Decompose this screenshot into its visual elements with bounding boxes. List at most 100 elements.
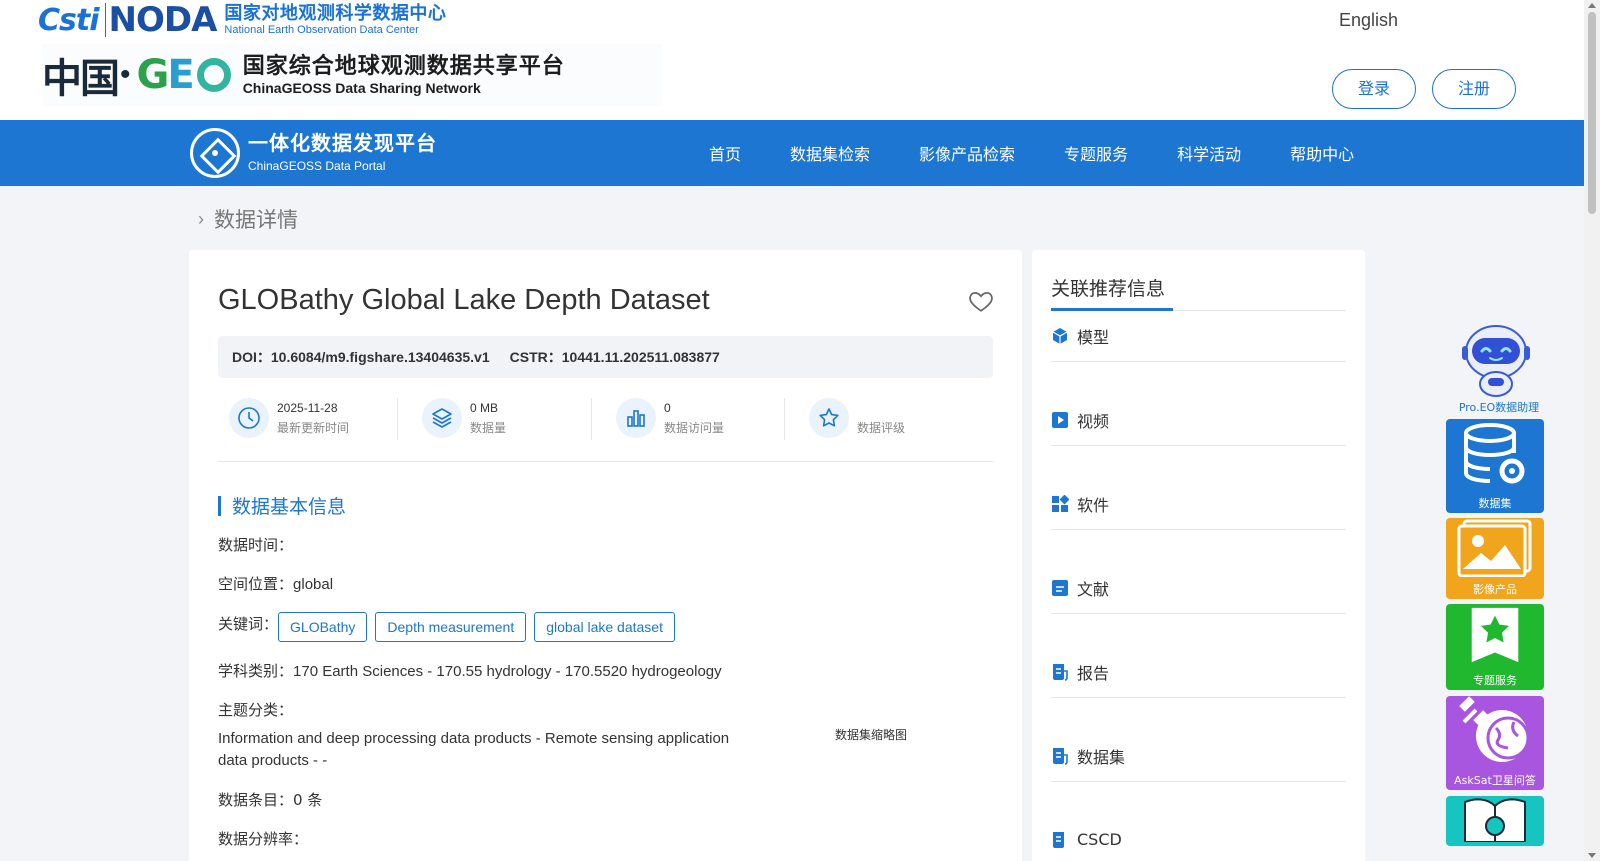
portal-compass-icon (190, 128, 240, 178)
china-calligraphy: 中国 (42, 55, 120, 102)
clock-icon (229, 398, 269, 438)
float-tile-label: 数据集 (1478, 497, 1512, 510)
entries-row: 数据条目：0 条 (218, 789, 322, 810)
cstr-label: CSTR： (509, 349, 562, 365)
resolution-label: 数据分辨率： (218, 830, 309, 848)
doi-value[interactable]: 10.6084/m9.figshare.13404635.v1 (271, 349, 490, 365)
login-button[interactable]: 登录 (1332, 69, 1416, 109)
theme-row: 主题分类： (218, 699, 293, 720)
data-time-label: 数据时间： (218, 536, 294, 554)
apps-icon (1051, 494, 1069, 513)
dataset-icon (1051, 747, 1069, 765)
site-header: Csti NODA 国家对地观测科学数据中心 National Earth Ob… (0, 0, 1584, 120)
stat-visits-label: 数据访问量 (664, 421, 725, 435)
stat-rating-label: 数据评级 (857, 421, 906, 435)
related-item-cscd[interactable]: CSCD (1051, 814, 1346, 861)
assistant-label[interactable]: Pro.EO数据助理 (1446, 399, 1552, 415)
language-switch-link[interactable]: English (1339, 10, 1398, 31)
related-info-title: 关联推荐信息 (1051, 278, 1166, 300)
page-scrollbar[interactable] (1584, 0, 1600, 861)
stat-divider (784, 398, 785, 440)
nav-item-thematic-services[interactable]: 专题服务 (1064, 141, 1128, 165)
related-item-model[interactable]: 模型 (1051, 310, 1346, 362)
related-item-literature[interactable]: 文献 (1051, 562, 1346, 614)
keywords-row: 关键词： GLOBathy Depth measurement global l… (218, 612, 683, 642)
stat-update-time-label: 最新更新时间 (277, 421, 350, 435)
stat-data-volume-text: 0 MB 数据量 (470, 402, 506, 434)
cube-icon (1051, 327, 1069, 345)
dataset-title: GLOBathy Global Lake Depth Dataset (218, 284, 710, 316)
nav-item-imagery-search[interactable]: 影像产品检索 (919, 141, 1015, 165)
related-item-label: 视频 (1077, 411, 1110, 431)
layers-icon (422, 398, 462, 438)
nav-item-home[interactable]: 首页 (709, 141, 741, 165)
keyword-tag[interactable]: GLOBathy (278, 612, 368, 642)
nav-item-science-activities[interactable]: 科学活动 (1177, 141, 1241, 165)
geo-ring (196, 58, 231, 92)
nav-item-dataset-search[interactable]: 数据集检索 (790, 141, 870, 165)
related-item-software[interactable]: 软件 (1051, 478, 1346, 530)
float-tile-asksat[interactable]: AskSat卫星问答 (1446, 696, 1544, 790)
book-icon (1464, 798, 1526, 842)
chinageoss-name-cn: 国家综合地球观测数据共享平台 (242, 53, 565, 78)
stat-data-volume: 0 MB 数据量 (422, 398, 506, 438)
float-tile-book[interactable] (1446, 796, 1544, 846)
portal-logo[interactable]: 一体化数据发现平台 ChinaGEOSS Data Portal (190, 128, 437, 178)
discipline-label: 学科类别： (218, 662, 294, 680)
geo-letter-e: E (167, 52, 195, 98)
dataset-thumbnail-caption: 数据集缩略图 (835, 728, 908, 742)
location-value: global (293, 576, 334, 593)
noda-logo[interactable]: Csti NODA 国家对地观测科学数据中心 National Earth Ob… (38, 0, 446, 40)
theme-value: Information and deep processing data pro… (218, 730, 730, 769)
portal-name-en: ChinaGEOSS Data Portal (248, 159, 386, 173)
float-tile-thematic[interactable]: 专题服务 (1446, 604, 1544, 690)
stat-divider (591, 398, 592, 440)
stat-data-volume-value: 0 MB (470, 401, 499, 415)
resolution-row: 数据分辨率： (218, 828, 308, 849)
noda-logo-text: 国家对地观测科学数据中心 National Earth Observation … (224, 4, 446, 36)
doi-label: DOI： (232, 349, 271, 365)
robot-assistant-icon[interactable] (1458, 318, 1534, 398)
float-tile-imagery[interactable]: 影像产品 (1446, 518, 1544, 599)
dataset-stats: 2025-11-28 最新更新时间 0 MB 数据量 0 数据访问量 数据评级 (218, 394, 993, 462)
portal-logo-text: 一体化数据发现平台 ChinaGEOSS Data Portal (248, 134, 437, 172)
stat-rating: 数据评级 (809, 398, 905, 438)
discipline-row: 学科类别：170 Earth Sciences - 170.55 hydrolo… (218, 660, 722, 681)
float-tile-label: AskSat卫星问答 (1454, 774, 1536, 787)
nav-menu: 首页 数据集检索 影像产品检索 专题服务 科学活动 帮助中心 (709, 120, 1403, 186)
related-item-video[interactable]: 视频 (1051, 394, 1346, 446)
related-item-dataset[interactable]: 数据集 (1051, 730, 1346, 782)
entries-value: 0 条 (293, 791, 323, 809)
scroll-up-arrow-icon[interactable] (1588, 3, 1596, 8)
float-tile-dataset[interactable]: 数据集 (1446, 419, 1544, 513)
chinageoss-logo[interactable]: 中国 • G E 国家综合地球观测数据共享平台 ChinaGEOSS Data … (42, 44, 662, 106)
related-item-report[interactable]: 报告 (1051, 646, 1346, 698)
section-accent-bar (218, 495, 221, 516)
nav-item-help-center[interactable]: 帮助中心 (1290, 141, 1354, 165)
chevron-right-icon: › (198, 208, 204, 229)
cscd-icon (1051, 831, 1069, 849)
heart-icon[interactable] (968, 288, 994, 314)
data-time-row: 数据时间： (218, 534, 293, 555)
scroll-down-arrow-icon[interactable] (1588, 853, 1596, 858)
doi-cstr-box: DOI： 10.6084/m9.figshare.13404635.v1 CST… (218, 336, 993, 378)
stat-rating-text: 数据评级 (857, 402, 905, 434)
noda-logo-mark: NODA (108, 0, 218, 40)
cstr-value[interactable]: 10441.11.202511.083877 (562, 349, 720, 365)
star-badge-icon (1471, 607, 1519, 663)
stat-rating-value (857, 402, 905, 414)
discipline-value: 170 Earth Sciences - 170.55 hydrology - … (293, 663, 722, 680)
register-button[interactable]: 注册 (1432, 69, 1516, 109)
stat-visits: 0 数据访问量 (616, 398, 724, 438)
keyword-tag[interactable]: Depth measurement (375, 612, 527, 642)
basic-info-title: 数据基本信息 (232, 496, 347, 518)
cstr-logo-mark: Csti (38, 2, 99, 38)
main-nav-bar: 一体化数据发现平台 ChinaGEOSS Data Portal 首页 数据集检… (0, 120, 1584, 186)
keyword-tag[interactable]: global lake dataset (534, 612, 675, 642)
stat-update-time-value: 2025-11-28 (277, 401, 338, 415)
logo-divider (104, 3, 106, 37)
breadcrumb: › 数据详情 (198, 204, 298, 234)
scroll-thumb[interactable] (1588, 12, 1596, 214)
portal-name-cn: 一体化数据发现平台 (248, 133, 437, 155)
video-play-icon (1051, 411, 1069, 429)
